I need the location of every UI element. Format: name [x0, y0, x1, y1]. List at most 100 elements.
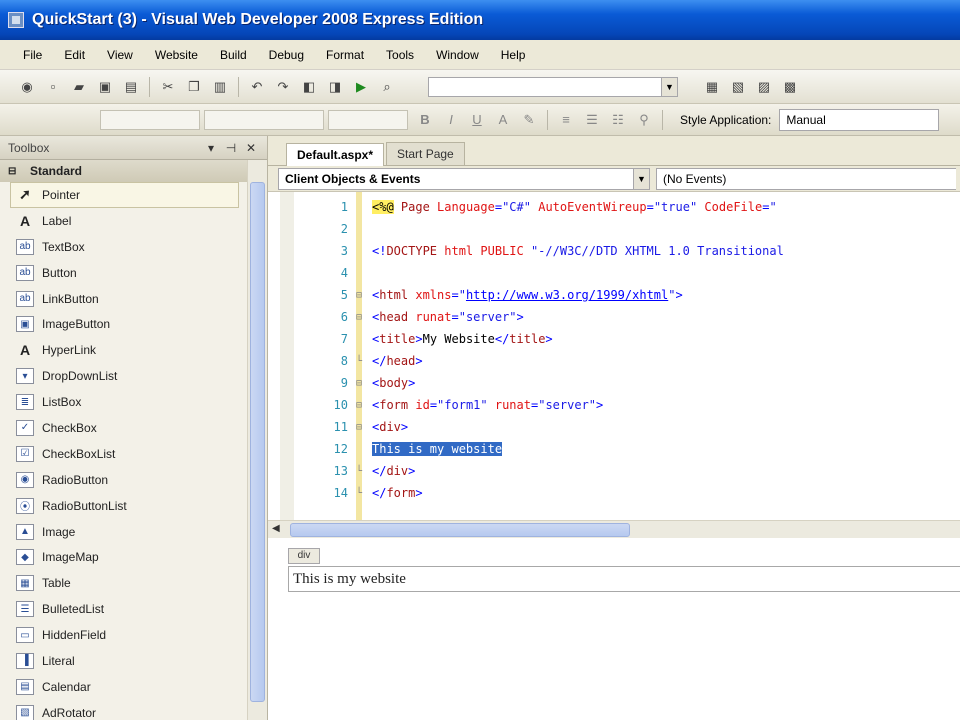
design-div-content[interactable]: This is my website — [288, 566, 960, 592]
hyperlink-icon[interactable]: ⚲ — [634, 110, 654, 130]
toolbox-item-checkbox[interactable]: ✓ CheckBox — [0, 415, 267, 441]
menu-build[interactable]: Build — [209, 48, 258, 62]
toolbox-item-radiobuttonlist[interactable]: ⦿ RadioButtonList — [0, 493, 267, 519]
toolbox-item-hyperlink[interactable]: A HyperLink — [0, 337, 267, 363]
font-name-combo[interactable] — [204, 109, 324, 130]
scrollbar-thumb[interactable] — [250, 182, 265, 702]
chevron-down-icon[interactable]: ▼ — [661, 77, 677, 96]
toolbox-item-bulletedlist[interactable]: ☰ BulletedList — [0, 596, 267, 622]
line-number: 1 — [340, 200, 348, 214]
toolbox-window-icon[interactable]: ▨ — [754, 77, 774, 97]
tab-start-page[interactable]: Start Page — [386, 142, 465, 165]
underline-icon[interactable]: U — [467, 110, 487, 130]
find-combo[interactable]: ▼ — [428, 76, 678, 97]
start-debugging-icon[interactable]: ▶ — [351, 77, 371, 97]
menu-debug[interactable]: Debug — [258, 48, 315, 62]
navigation-bar: Client Objects & Events ▼ (No Events) — [268, 166, 960, 192]
toolbox-item-calendar[interactable]: ▤ Calendar — [0, 674, 267, 700]
font-color-icon[interactable]: A — [493, 110, 513, 130]
bulleted-list-icon[interactable]: ☷ — [608, 110, 628, 130]
add-item-icon[interactable]: ▫ — [43, 77, 63, 97]
collapse-icon[interactable]: ⊟ — [352, 400, 366, 411]
toolbox-item-hiddenfield[interactable]: ▭ HiddenField — [0, 622, 267, 648]
toolbox-item-literal[interactable]: ▐ Literal — [0, 648, 267, 674]
properties-icon[interactable]: ▦ — [702, 77, 722, 97]
events-combo[interactable]: (No Events) — [656, 167, 956, 190]
collapse-icon[interactable]: ⊟ — [352, 290, 366, 301]
copy-icon[interactable]: ❐ — [184, 77, 204, 97]
toolbox-item-textbox[interactable]: ab TextBox — [0, 234, 267, 260]
collapse-icon[interactable]: ⊟ — [352, 422, 366, 433]
save-icon[interactable]: ▣ — [95, 77, 115, 97]
navigate-forward-icon[interactable]: ◨ — [325, 77, 345, 97]
code-text: </head> — [372, 354, 423, 368]
toolbox-item-label: Calendar — [42, 679, 91, 694]
scrollbar-thumb[interactable] — [290, 523, 630, 537]
menu-view[interactable]: View — [96, 48, 144, 62]
toolbox-item-checkboxlist[interactable]: ☑ CheckBoxList — [0, 441, 267, 467]
redo-icon[interactable]: ↷ — [273, 77, 293, 97]
navigate-backward-icon[interactable]: ◧ — [299, 77, 319, 97]
chevron-down-icon[interactable]: ▼ — [633, 168, 649, 189]
collapse-icon[interactable]: ⊟ — [352, 378, 366, 389]
menu-website[interactable]: Website — [144, 48, 209, 62]
div-tag-label[interactable]: div — [288, 548, 320, 564]
menu-edit[interactable]: Edit — [53, 48, 96, 62]
pin-icon[interactable]: ⊣ — [223, 141, 239, 155]
scroll-left-icon[interactable]: ◀ — [272, 523, 280, 534]
paste-icon[interactable]: ▥ — [210, 77, 230, 97]
toolbox-item-radiobutton[interactable]: ◉ RadioButton — [0, 467, 267, 493]
collapse-icon[interactable]: ⊟ — [352, 312, 366, 323]
horizontal-scrollbar[interactable]: ◀ — [268, 520, 960, 538]
toolbox-scrollbar[interactable] — [247, 160, 267, 720]
code-line: 13 └ </div> — [268, 460, 960, 482]
menu-tools[interactable]: Tools — [375, 48, 425, 62]
chevron-down-icon[interactable]: ▾ — [203, 141, 219, 155]
menu-format[interactable]: Format — [315, 48, 375, 62]
font-size-combo[interactable] — [328, 109, 408, 130]
client-objects-combo[interactable]: Client Objects & Events ▼ — [278, 167, 650, 190]
solution-explorer-icon[interactable]: ▧ — [728, 77, 748, 97]
justify-icon[interactable]: ≡ — [556, 110, 576, 130]
toolbox-item-table[interactable]: ▦ Table — [0, 570, 267, 596]
toolbox-item-pointer[interactable]: ➚ Pointer — [10, 182, 239, 208]
style-application-combo[interactable]: Manual — [779, 108, 940, 131]
toolbox-category-standard[interactable]: ⊟ Standard — [0, 160, 267, 182]
code-line: 11 ⊟ <div> — [268, 416, 960, 438]
italic-icon[interactable]: I — [441, 110, 461, 130]
textbox-icon: ab — [16, 238, 34, 255]
source-editor[interactable]: 1 <%@ Page Language="C#" AutoEventWireup… — [268, 192, 960, 520]
menu-file[interactable]: File — [12, 48, 53, 62]
toolbox-item-linkbutton[interactable]: ab LinkButton — [0, 286, 267, 312]
numbered-list-icon[interactable]: ☰ — [582, 110, 602, 130]
menu-help[interactable]: Help — [490, 48, 537, 62]
cut-icon[interactable]: ✂ — [158, 77, 178, 97]
block-format-combo[interactable] — [100, 109, 200, 130]
close-icon[interactable]: ✕ — [243, 141, 259, 155]
find-icon[interactable]: ⌕ — [377, 77, 397, 97]
menu-window[interactable]: Window — [425, 48, 490, 62]
app-icon[interactable] — [8, 12, 24, 28]
collapse-icon[interactable]: ⊟ — [8, 166, 20, 177]
toolbox-item-dropdownlist[interactable]: ▾ DropDownList — [0, 363, 267, 389]
toolbox-item-label[interactable]: A Label — [0, 208, 267, 234]
bold-icon[interactable]: B — [415, 110, 435, 130]
toolbox-item-imagemap[interactable]: ◆ ImageMap — [0, 544, 267, 570]
undo-icon[interactable]: ↶ — [247, 77, 267, 97]
toolbox-item-imagebutton[interactable]: ▣ ImageButton — [0, 311, 267, 337]
toolbox-item-button[interactable]: ab Button — [0, 260, 267, 286]
save-all-icon[interactable]: ▤ — [121, 77, 141, 97]
adrotator-icon: ▧ — [16, 704, 34, 720]
literal-icon: ▐ — [16, 652, 34, 669]
highlight-icon[interactable]: ✎ — [519, 110, 539, 130]
toolbox-item-label: ListBox — [42, 395, 82, 410]
design-view[interactable]: div This is my website — [268, 538, 960, 720]
object-browser-icon[interactable]: ▩ — [780, 77, 800, 97]
toolbox-item-adrotator[interactable]: ▧ AdRotator — [0, 700, 267, 720]
tab-default-aspx[interactable]: Default.aspx* — [286, 143, 385, 166]
category-label: Standard — [30, 164, 83, 178]
toolbox-item-image[interactable]: ▲ Image — [0, 519, 267, 545]
new-website-icon[interactable]: ◉ — [17, 77, 37, 97]
open-file-icon[interactable]: ▰ — [69, 77, 89, 97]
toolbox-item-listbox[interactable]: ≣ ListBox — [0, 389, 267, 415]
